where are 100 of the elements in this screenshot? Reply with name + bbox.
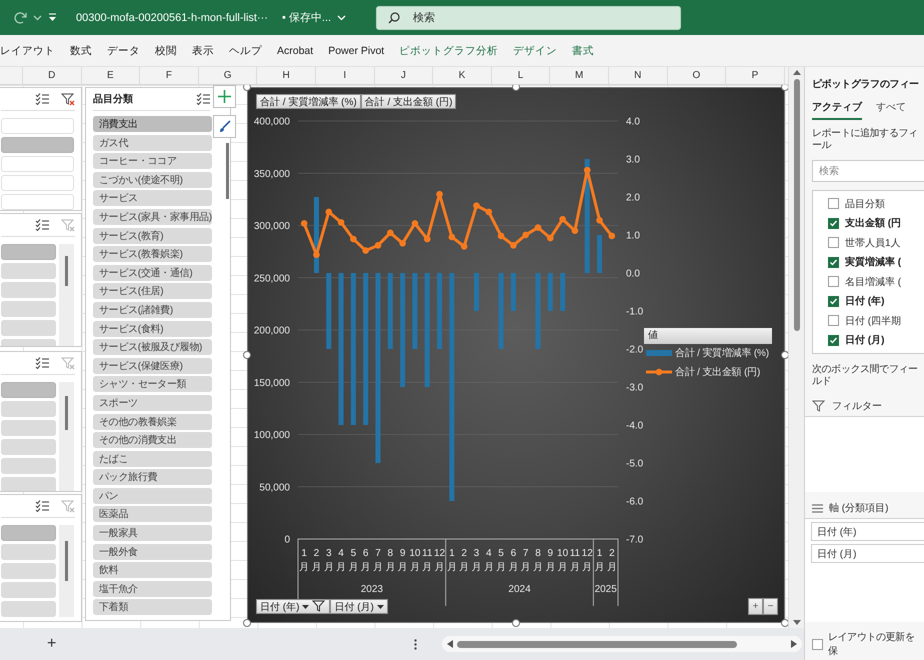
column-header[interactable]: G <box>198 67 258 84</box>
scrollbar[interactable] <box>59 244 74 346</box>
slicer-item[interactable]: 下着類 <box>93 599 212 616</box>
column-header[interactable]: J <box>374 67 434 84</box>
resize-handle[interactable] <box>512 619 520 627</box>
area-field-item[interactable]: 日付 (月) <box>811 544 924 563</box>
ribbon-tab[interactable]: Acrobat <box>277 42 314 60</box>
slicer-item[interactable]: パン <box>93 488 212 504</box>
resize-handle[interactable] <box>781 619 788 627</box>
checkbox[interactable] <box>828 237 839 248</box>
column-header[interactable]: K <box>433 67 492 84</box>
area-field-item[interactable]: 日付 (年) <box>811 522 924 541</box>
ribbon-tab[interactable]: 校閲 <box>155 40 177 60</box>
slicer-item[interactable]: 消費支出 <box>93 116 212 132</box>
ribbon-tab[interactable]: 数式 <box>70 40 92 60</box>
ribbon-tab[interactable]: Power Pivot <box>328 42 384 60</box>
slicer-item[interactable]: その他の教養娯楽 <box>93 414 212 430</box>
slicer-item[interactable]: サービス(諸雑費) <box>93 302 212 318</box>
slicer-item[interactable]: サービス(保健医療) <box>93 358 212 374</box>
ribbon-tab[interactable]: データ <box>107 40 140 60</box>
zoom-button[interactable]: + <box>748 598 763 615</box>
resize-handle[interactable] <box>781 351 788 359</box>
filter-icon[interactable] <box>312 600 326 613</box>
column-header[interactable]: H <box>257 67 316 84</box>
column-header[interactable]: E <box>82 67 140 84</box>
slicer-item[interactable]: 一般外食 <box>93 544 212 560</box>
field-button[interactable]: 日付 (月) <box>330 599 388 614</box>
add-sheet-button[interactable]: + <box>43 635 60 653</box>
slicer-item[interactable]: サービス(住居) <box>93 283 212 300</box>
ribbon-tab[interactable]: ピボットグラフ分析 <box>399 40 498 60</box>
scrollbar[interactable] <box>59 382 74 491</box>
slicer-item[interactable]: サービス(教育) <box>93 228 212 244</box>
slicer-item[interactable]: たばこ <box>93 450 212 467</box>
checkbox[interactable] <box>828 218 839 229</box>
column-header[interactable]: I <box>316 67 375 84</box>
slicer-item[interactable]: サービス(被服及び履物) <box>93 339 212 356</box>
checkbox[interactable] <box>828 334 839 346</box>
column-header[interactable]: L <box>492 67 550 84</box>
slicer-item[interactable]: 塩干魚介 <box>93 580 212 597</box>
redo-icon[interactable] <box>14 10 28 24</box>
zoom-button[interactable]: − <box>763 598 778 615</box>
pane-tab[interactable]: アクティブ <box>812 100 862 120</box>
ribbon-tab[interactable]: デザイン <box>513 40 558 60</box>
field-button[interactable]: 合計 / 実質増減率 (%) <box>256 94 361 109</box>
resize-handle[interactable] <box>243 619 251 627</box>
checkbox[interactable] <box>828 315 839 326</box>
column-header[interactable]: D <box>23 67 82 84</box>
slicer-item[interactable]: パック旅行費 <box>93 469 212 486</box>
slicer-item[interactable]: 医薬品 <box>93 506 212 522</box>
field-button[interactable]: 日付 (年) <box>256 599 330 614</box>
slicer-item[interactable]: サービス(教養娯楽) <box>93 246 212 262</box>
scroll-left-icon[interactable] <box>447 640 453 648</box>
scroll-right-icon[interactable] <box>791 640 797 648</box>
customize-icon[interactable] <box>48 13 57 22</box>
ribbon-tab[interactable]: 表示 <box>192 40 214 60</box>
slicer-item[interactable]: その他の消費支出 <box>93 432 212 448</box>
slicer-item[interactable]: コーヒー・ココア <box>93 153 212 170</box>
multi-select-icon[interactable] <box>35 357 49 369</box>
slicer-item[interactable]: こづかい(使途不明) <box>93 172 212 188</box>
slicer-item[interactable]: サービス <box>93 190 212 206</box>
checkbox[interactable] <box>828 256 839 268</box>
slicer-item[interactable]: 一般家具 <box>93 525 212 542</box>
resize-handle[interactable] <box>243 351 251 359</box>
more-icon[interactable] <box>414 638 418 650</box>
field-button[interactable]: 合計 / 支出金額 (円) <box>360 94 456 109</box>
column-header[interactable]: M <box>550 67 609 84</box>
slicer-item[interactable]: ガス代 <box>93 134 212 151</box>
multi-select-icon[interactable] <box>35 500 49 512</box>
ribbon-tab[interactable]: 書式 <box>572 40 594 60</box>
search-field[interactable]: 検索 <box>376 6 682 30</box>
pane-tab[interactable]: すべて <box>876 100 906 120</box>
checkbox[interactable] <box>812 638 823 650</box>
column-header[interactable]: P <box>726 67 785 84</box>
slicer-item[interactable]: シャツ・セーター類 <box>93 376 212 392</box>
multi-select-icon[interactable] <box>196 93 210 105</box>
checkbox[interactable] <box>828 198 839 210</box>
horizontal-scrollbar[interactable] <box>442 636 802 652</box>
scrollbar[interactable] <box>59 525 74 617</box>
resize-handle[interactable] <box>243 85 251 91</box>
column-header[interactable]: O <box>668 67 726 84</box>
slicer-item[interactable]: サービス(食料) <box>93 320 212 337</box>
chart-styles-button[interactable] <box>213 115 236 138</box>
vertical-scrollbar[interactable] <box>788 67 804 628</box>
slicer-item[interactable]: サービス(家具・家事用品) <box>93 208 212 225</box>
slicer-item[interactable]: スポーツ <box>93 394 212 411</box>
search-field[interactable]: 検索 <box>812 160 924 182</box>
ribbon-tab[interactable]: レイアウト <box>0 40 55 60</box>
slicer-item[interactable]: サービス(交通・通信) <box>93 264 212 281</box>
column-header[interactable]: N <box>608 67 668 84</box>
checkbox[interactable] <box>828 296 839 307</box>
slicer-item[interactable]: 飲料 <box>93 562 212 578</box>
clear-filter-icon[interactable] <box>61 92 75 106</box>
filter-icon[interactable] <box>812 400 826 412</box>
scroll-down-icon[interactable] <box>793 620 801 625</box>
multi-select-icon[interactable] <box>35 93 49 105</box>
resize-handle[interactable] <box>512 85 520 91</box>
column-header[interactable]: F <box>140 67 199 84</box>
scroll-up-icon[interactable] <box>793 70 801 75</box>
ribbon-tab[interactable]: ヘルプ <box>229 40 262 60</box>
checkbox[interactable] <box>828 276 839 288</box>
